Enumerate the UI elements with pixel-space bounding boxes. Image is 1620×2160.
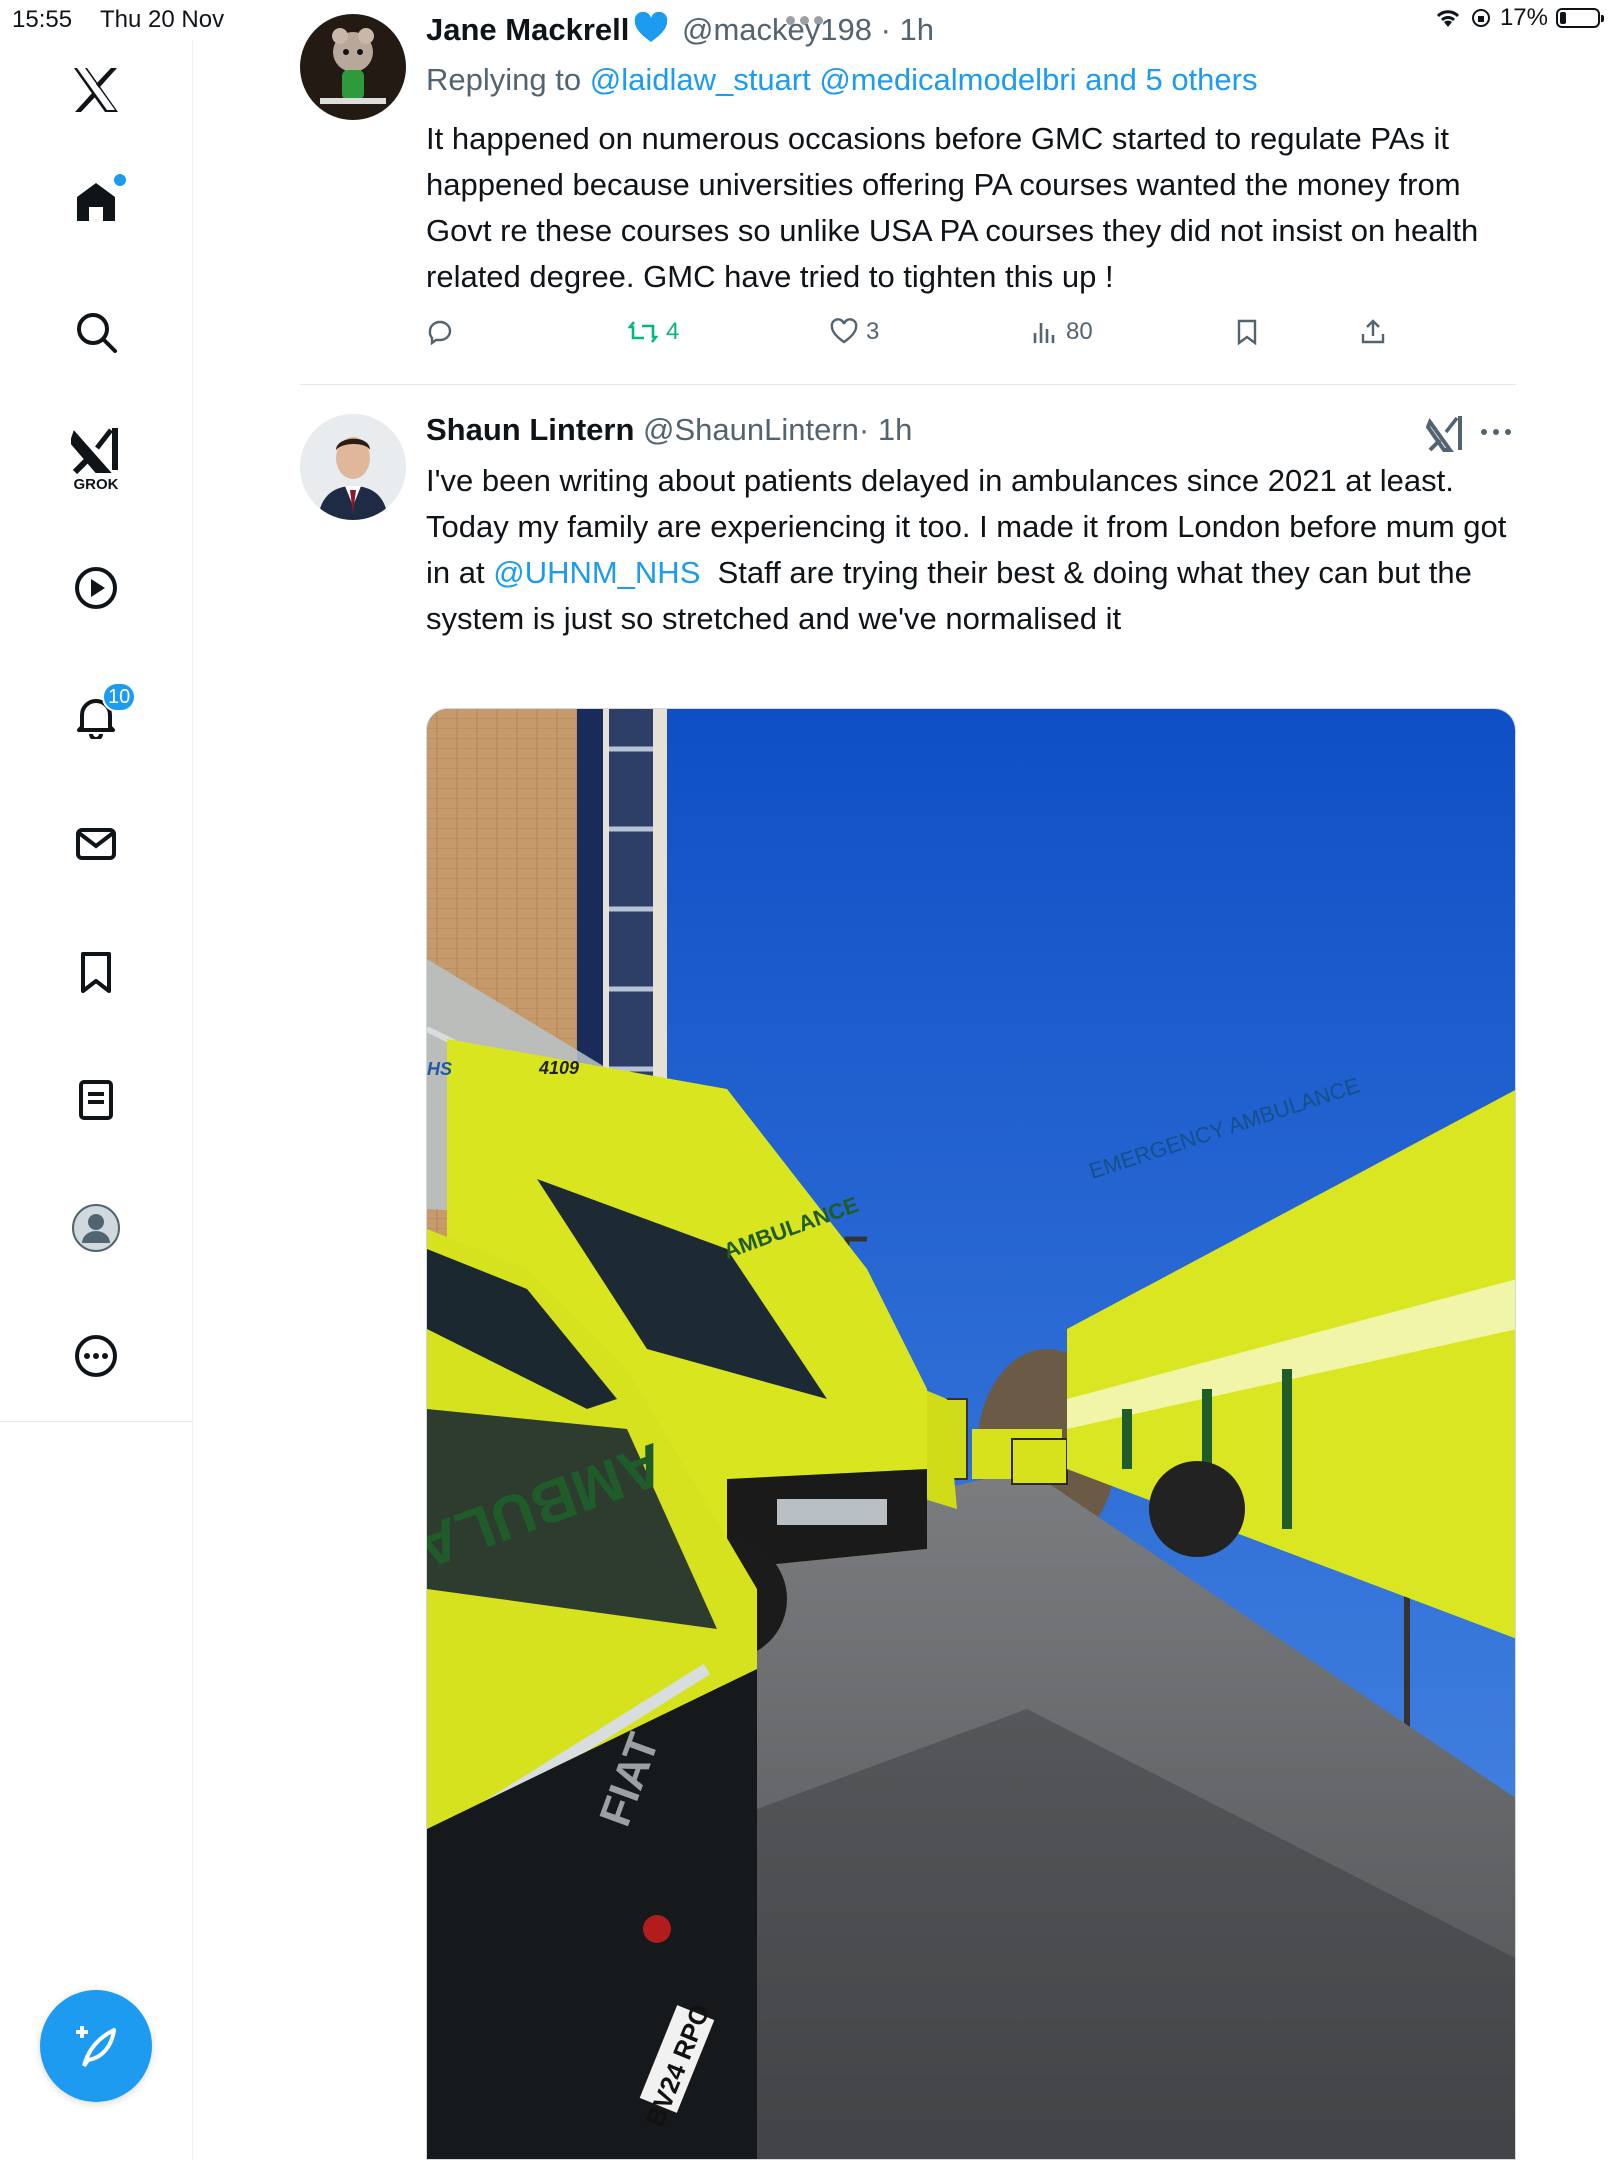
author-name[interactable]: Shaun Lintern xyxy=(426,412,634,447)
sidebar: GROK 10 xyxy=(0,40,193,2160)
views-icon xyxy=(1033,323,1055,343)
tweet-time[interactable]: · 1h xyxy=(881,12,934,47)
tweet-text: It happened on numerous occasions before… xyxy=(426,121,1479,294)
mention-link[interactable]: @UHNM_NHS xyxy=(493,555,700,590)
status-time: 15:55 xyxy=(12,6,73,33)
poppy xyxy=(643,1915,671,1943)
more-icon[interactable] xyxy=(56,1316,136,1396)
nhs-logo: HS xyxy=(427,1059,452,1079)
like-count: 3 xyxy=(866,318,880,345)
grok-label: GROK xyxy=(73,476,119,493)
avatar[interactable] xyxy=(300,14,406,120)
retweet-count: 4 xyxy=(666,318,680,345)
author-name[interactable]: Jane Mackrell xyxy=(426,12,629,47)
home-unread-dot xyxy=(112,172,128,188)
bookmarks-icon[interactable] xyxy=(56,932,136,1012)
x-logo[interactable] xyxy=(56,50,136,130)
compose-feather-icon xyxy=(76,2026,116,2068)
views-button[interactable]: 80 xyxy=(1032,318,1093,346)
home-icon[interactable] xyxy=(56,162,136,242)
heart-icon xyxy=(830,318,858,344)
avatar[interactable] xyxy=(300,414,406,520)
tweet-text: I've been writing about patients delayed… xyxy=(426,458,1516,642)
more-options-icon[interactable] xyxy=(1480,428,1512,436)
retweet-icon xyxy=(628,321,658,343)
tweet-photo[interactable]: EMERGENCY AMBULANCE 4109 HS AMBULANCE AM… xyxy=(426,708,1516,2160)
replying-to-users[interactable]: @laidlaw_stuart @medicalmodelbri and 5 o… xyxy=(590,62,1258,97)
reply-button[interactable] xyxy=(426,318,454,346)
author-handle[interactable]: @mackey198 xyxy=(682,12,872,47)
fleet-number: 4109 xyxy=(538,1058,579,1078)
notifications-icon[interactable]: 10 xyxy=(56,676,137,756)
replying-label: Replying to xyxy=(426,62,582,97)
status-date: Thu 20 Nov xyxy=(100,6,225,33)
like-button[interactable]: 3 xyxy=(830,318,879,346)
grok-icon[interactable]: GROK xyxy=(56,420,136,500)
replying-to: Replying to @laidlaw_stuart @medicalmode… xyxy=(426,62,1257,98)
retweet-button[interactable]: 4 xyxy=(628,318,679,346)
search-icon[interactable] xyxy=(56,292,136,372)
tweet-header: Jane Mackrell @mackey198 · 1h xyxy=(426,12,934,48)
tweet-actions: 4 3 80 xyxy=(426,318,1516,358)
video-icon[interactable] xyxy=(56,548,136,628)
compose-button[interactable] xyxy=(40,1990,152,2102)
blue-heart-icon xyxy=(635,12,668,42)
wheel xyxy=(1149,1461,1245,1557)
bookmark-button[interactable] xyxy=(1234,318,1260,346)
grok-explain-icon[interactable] xyxy=(1426,414,1466,454)
view-count: 80 xyxy=(1066,318,1093,345)
battery-icon xyxy=(1556,8,1604,28)
share-icon xyxy=(1361,319,1385,344)
author-handle[interactable]: @ShaunLintern xyxy=(643,412,859,447)
tweet-divider xyxy=(300,384,1516,385)
tweet-time[interactable]: · 1h xyxy=(859,412,912,447)
messages-icon[interactable] xyxy=(56,804,136,884)
reply-icon xyxy=(428,320,452,346)
lists-icon[interactable] xyxy=(56,1060,136,1140)
sidebar-divider xyxy=(0,1421,192,1422)
bookmark-icon xyxy=(1237,319,1257,346)
notifications-badge: 10 xyxy=(102,682,137,712)
tweet-header: Shaun Lintern @ShaunLintern· 1h xyxy=(426,412,912,448)
profile-icon[interactable] xyxy=(56,1188,136,1268)
tweet-reply[interactable]: Jane Mackrell @mackey198 · 1h Replying t… xyxy=(300,12,1516,372)
share-button[interactable] xyxy=(1360,318,1386,346)
